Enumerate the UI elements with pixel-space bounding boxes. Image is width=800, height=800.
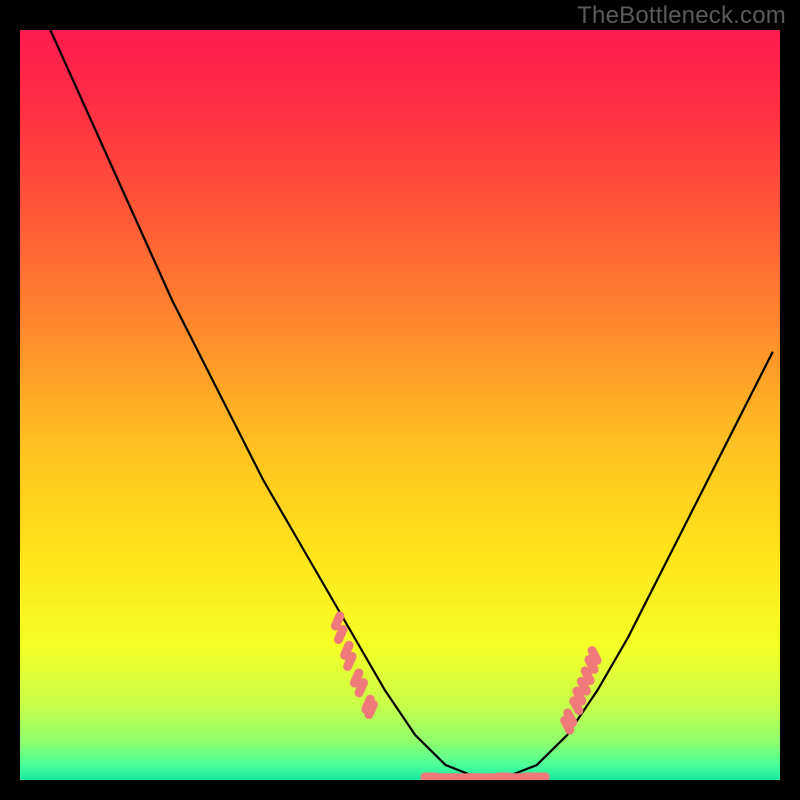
- chart-frame: TheBottleneck.com: [0, 0, 800, 800]
- data-dot: [354, 673, 359, 683]
- data-dot: [335, 616, 340, 626]
- gradient-background: [20, 30, 780, 780]
- data-dot: [359, 683, 364, 693]
- bottleneck-chart: [20, 30, 780, 780]
- data-dot: [369, 705, 374, 715]
- data-dot: [592, 651, 597, 661]
- data-dot: [339, 630, 344, 640]
- data-dot: [348, 657, 353, 667]
- data-dot: [345, 645, 349, 655]
- data-dot: [568, 713, 573, 723]
- attribution-label: TheBottleneck.com: [577, 2, 786, 30]
- data-dot: [577, 691, 582, 701]
- data-dot: [585, 671, 590, 681]
- data-dot: [581, 681, 586, 691]
